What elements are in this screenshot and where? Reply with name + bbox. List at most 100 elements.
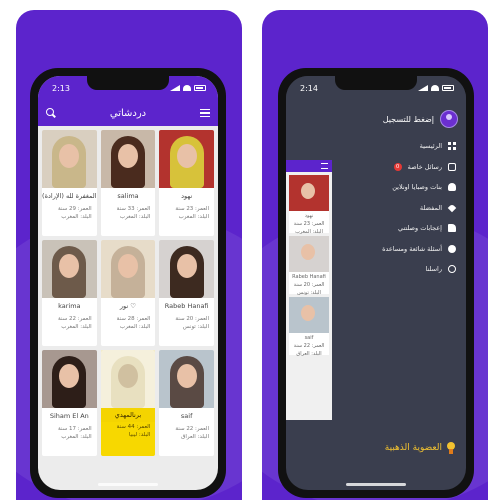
- menu-item-messages[interactable]: 0 رسائل خاصة: [334, 157, 466, 178]
- profile-name: المغفرة لله (الإرادة): [42, 192, 97, 200]
- profile-grid: المغفرة لله (الإرادة) العمر: 29 سنة البل…: [38, 126, 218, 460]
- profile-age: العمر: 33 سنة: [116, 206, 151, 212]
- profile-name: karima: [58, 302, 81, 310]
- profile-name: saif: [304, 335, 314, 341]
- battery-icon: [194, 85, 206, 91]
- profile-country: البلد: المغرب: [61, 324, 92, 330]
- profile-age: العمر: 20 سنة: [175, 316, 209, 322]
- menu-item-label: المفضلة: [419, 203, 442, 212]
- profile-country: البلد: العراق: [181, 434, 209, 440]
- home-icon: [448, 142, 456, 151]
- phone-frame: 2:14 نهود العمر: 23 سنة البلد: المغرب Ra…: [278, 68, 474, 498]
- profile-card[interactable]: نور ♡ العمر: 28 سنة البلد: المغرب: [100, 240, 156, 346]
- profile-photo: [159, 130, 214, 188]
- profile-photo: [42, 240, 97, 298]
- profile-name: Rabeb Hanafi: [164, 302, 209, 310]
- profile-card[interactable]: saif العمر: 22 سنة البلد: العراق: [159, 350, 214, 456]
- search-icon[interactable]: [46, 108, 56, 118]
- profile-photo: [42, 350, 97, 408]
- profile-name: salima: [117, 192, 139, 200]
- peek-profile-card: saif العمر: 22 سنة البلد: العراق: [289, 297, 329, 357]
- profile-age: العمر: 23 سنة: [175, 206, 209, 212]
- gold-membership-label: العضوية الذهبية: [384, 443, 442, 453]
- profile-name: نهود: [181, 192, 193, 200]
- profile-age: العمر: 28 سنة: [116, 316, 151, 322]
- menu-item-contact[interactable]: راسلنا: [334, 259, 466, 280]
- profile-country: البلد: تونس: [182, 324, 209, 330]
- menu-item-help[interactable]: أسئلة شائعة ومساعدة: [334, 239, 466, 260]
- status-time: 2:14: [300, 83, 318, 93]
- profile-age: العمر: 17 سنة: [58, 426, 92, 432]
- profile-card-gold[interactable]: برنالمهدي العمر: 44 سنة البلد: ليبيا: [100, 350, 156, 456]
- profile-country: البلد: المغرب: [119, 214, 151, 220]
- avatar[interactable]: [440, 110, 458, 128]
- contact-icon: [448, 265, 456, 274]
- status-icons: [170, 85, 206, 91]
- app-bar: دردشاتي: [38, 100, 218, 126]
- profile-age: العمر: 22 سنة: [175, 426, 209, 432]
- menu-item-label: راسلنا: [425, 265, 443, 274]
- profile-age: العمر: 22 سنة: [58, 316, 92, 322]
- heart-icon: [447, 203, 457, 212]
- profile-age: العمر: 22 سنة: [293, 343, 325, 349]
- profile-age: العمر: 29 سنة: [58, 206, 92, 212]
- battery-icon: [442, 85, 454, 91]
- drawer-screen: 2:14 نهود العمر: 23 سنة البلد: المغرب Ra…: [286, 76, 466, 490]
- profile-card[interactable]: نهود العمر: 23 سنة البلد: المغرب: [159, 130, 214, 236]
- app-title: دردشاتي: [109, 107, 147, 119]
- profile-country: البلد: ليبيا: [128, 432, 151, 438]
- signal-icon: [170, 85, 180, 91]
- drawer-menu: الرئيسية 0 رسائل خاصة بنات وصبايا اونلاي…: [286, 136, 466, 280]
- home-indicator: [346, 483, 406, 486]
- login-prompt: إضغط للتسجيل: [382, 114, 434, 124]
- profile-photo: [159, 350, 214, 408]
- promo-panel-right: 2:14 نهود العمر: 23 سنة البلد: المغرب Ra…: [262, 10, 488, 500]
- app-screen: 2:13 دردشاتي المغفرة لله (الإرادة) العمر…: [38, 76, 218, 490]
- profile-photo: [42, 130, 97, 188]
- profile-photo: [159, 240, 214, 298]
- like-icon: [448, 224, 456, 233]
- wifi-icon: [431, 85, 439, 91]
- menu-item-likes[interactable]: إعجابات وصلتني: [334, 218, 466, 239]
- profile-photo: [289, 297, 329, 333]
- profile-country: البلد: تونس: [297, 290, 321, 296]
- promo-panel-left: 2:13 دردشاتي المغفرة لله (الإرادة) العمر…: [16, 10, 242, 500]
- menu-item-label: بنات وصبايا اونلاين: [392, 183, 442, 192]
- profile-age: العمر: 44 سنة: [116, 424, 151, 430]
- drawer-header[interactable]: إضغط للتسجيل: [286, 100, 466, 136]
- menu-item-favorites[interactable]: المفضلة: [334, 198, 466, 219]
- profile-photo: [100, 350, 156, 408]
- profile-age: العمر: 20 سنة: [293, 282, 325, 288]
- menu-item-home[interactable]: الرئيسية: [334, 136, 466, 157]
- menu-icon[interactable]: [200, 109, 210, 117]
- phone-notch: [335, 76, 417, 90]
- users-icon: [448, 183, 456, 192]
- unread-badge: 0: [393, 162, 402, 171]
- menu-item-online[interactable]: بنات وصبايا اونلاين: [334, 177, 466, 198]
- profile-photo: [100, 240, 156, 298]
- phone-frame: 2:13 دردشاتي المغفرة لله (الإرادة) العمر…: [30, 68, 226, 498]
- menu-item-label: رسائل خاصة: [407, 162, 442, 171]
- gold-membership-button[interactable]: العضوية الذهبية: [385, 442, 456, 454]
- medal-icon: [446, 442, 456, 454]
- profile-name: Siham El An: [49, 412, 89, 420]
- profile-card[interactable]: Siham El An العمر: 17 سنة البلد: المغرب: [42, 350, 97, 456]
- wifi-icon: [183, 85, 191, 91]
- status-icons: [418, 85, 454, 91]
- profile-card[interactable]: karima العمر: 22 سنة البلد: المغرب: [42, 240, 97, 346]
- help-icon: [448, 244, 456, 253]
- status-time: 2:13: [52, 83, 70, 93]
- phone-notch: [87, 76, 169, 90]
- profile-country: البلد: العراق: [296, 351, 322, 357]
- profile-country: البلد: المغرب: [178, 214, 209, 220]
- menu-item-label: إعجابات وصلتني: [398, 224, 442, 233]
- profile-photo: [100, 130, 156, 188]
- profile-card[interactable]: المغفرة لله (الإرادة) العمر: 29 سنة البل…: [42, 130, 97, 236]
- menu-item-label: الرئيسية: [419, 142, 442, 151]
- home-indicator: [98, 483, 158, 486]
- profile-name: برنالمهدي: [100, 408, 156, 422]
- profile-country: البلد: المغرب: [119, 324, 151, 330]
- profile-card[interactable]: Rabeb Hanafi العمر: 20 سنة البلد: تونس: [159, 240, 214, 346]
- menu-item-label: أسئلة شائعة ومساعدة: [382, 244, 442, 253]
- profile-card[interactable]: salima العمر: 33 سنة البلد: المغرب: [100, 130, 156, 236]
